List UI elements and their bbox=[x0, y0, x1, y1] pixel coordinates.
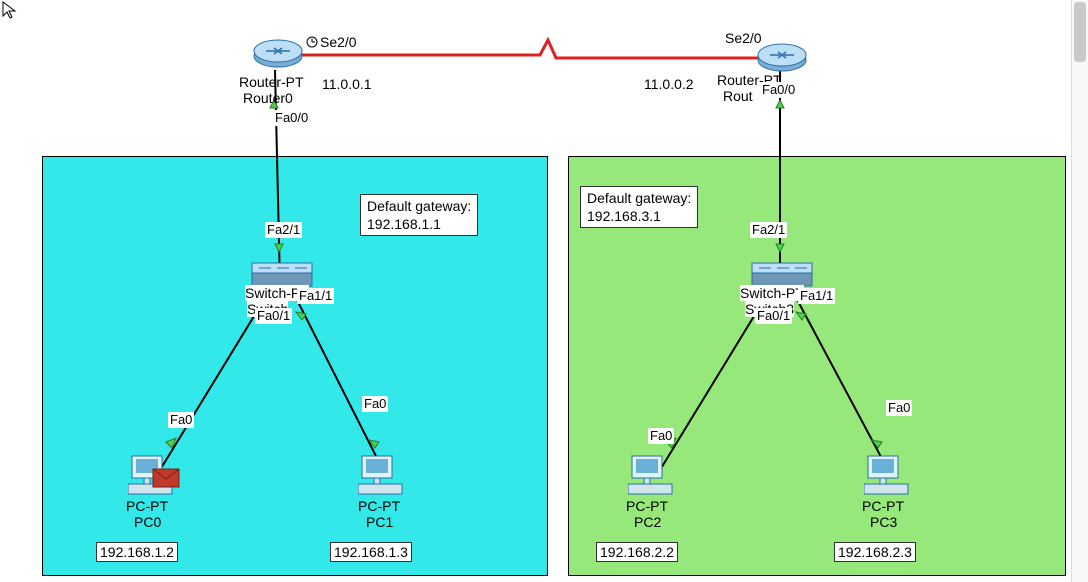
pc0-ip: 192.168.1.2 bbox=[96, 542, 178, 562]
vertical-scrollbar[interactable] bbox=[1071, 0, 1088, 582]
router0-serial-ip: 11.0.0.1 bbox=[322, 76, 372, 92]
pc3-ip: 192.168.2.3 bbox=[834, 542, 916, 562]
pc0-port: Fa0 bbox=[168, 412, 194, 428]
pc1-name: PC1 bbox=[366, 514, 393, 530]
switch3-port-b: Fa1/1 bbox=[798, 288, 835, 304]
switch3-uplink-port: Fa2/1 bbox=[750, 222, 787, 238]
router0-type: Router-PT bbox=[239, 74, 304, 90]
pc2-ip: 192.168.2.2 bbox=[596, 542, 678, 562]
serial-link bbox=[286, 40, 760, 58]
router1-name-shown: Rout bbox=[723, 88, 753, 104]
gateway-right-line1: Default gateway: bbox=[587, 189, 691, 207]
gateway-left: Default gateway: 192.168.1.1 bbox=[360, 194, 478, 236]
clock-icon bbox=[306, 36, 318, 48]
switch3-port-a: Fa0/1 bbox=[755, 308, 792, 324]
pc1-port: Fa0 bbox=[362, 396, 388, 412]
pc1-icon[interactable] bbox=[358, 454, 406, 496]
scrollbar-thumb[interactable] bbox=[1074, 2, 1086, 62]
gateway-left-line2: 192.168.1.1 bbox=[367, 215, 471, 233]
pc1-ip: 192.168.1.3 bbox=[330, 542, 412, 562]
workspace[interactable]: Se2/0 Router-PT Router0 11.0.0.1 Fa0/0 S… bbox=[0, 0, 1088, 582]
pc3-icon[interactable] bbox=[864, 454, 912, 496]
router1-lan-port: Fa0/0 bbox=[760, 82, 797, 98]
pc2-icon[interactable] bbox=[628, 454, 676, 496]
cursor-icon bbox=[0, 0, 20, 20]
gateway-left-line1: Default gateway: bbox=[367, 197, 471, 215]
switch0-port-b: Fa1/1 bbox=[297, 288, 334, 304]
gateway-right-line2: 192.168.3.1 bbox=[587, 207, 691, 225]
switch0-port-a: Fa0/1 bbox=[255, 308, 292, 324]
gateway-right: Default gateway: 192.168.3.1 bbox=[580, 186, 698, 228]
pc2-name: PC2 bbox=[634, 514, 661, 530]
router1-serial-ip: 11.0.0.2 bbox=[644, 76, 694, 92]
router1-icon[interactable] bbox=[756, 40, 808, 74]
switch3-type: Switch-PT bbox=[740, 285, 804, 301]
switch0-uplink-port: Fa2/1 bbox=[265, 222, 302, 238]
router0-lan-port: Fa0/0 bbox=[273, 110, 310, 126]
envelope-icon[interactable] bbox=[152, 468, 180, 488]
pc0-type: PC-PT bbox=[126, 498, 168, 514]
pc2-port: Fa0 bbox=[648, 428, 674, 444]
router0-name: Router0 bbox=[243, 90, 293, 106]
pc2-type: PC-PT bbox=[626, 498, 668, 514]
pc0-name: PC0 bbox=[134, 514, 161, 530]
pc3-port: Fa0 bbox=[886, 400, 912, 416]
pc3-type: PC-PT bbox=[862, 498, 904, 514]
pc1-type: PC-PT bbox=[358, 498, 400, 514]
router0-serial-port: Se2/0 bbox=[320, 34, 357, 50]
router1-serial-port: Se2/0 bbox=[725, 30, 762, 46]
router0-icon[interactable] bbox=[252, 36, 304, 70]
pc3-name: PC3 bbox=[870, 514, 897, 530]
